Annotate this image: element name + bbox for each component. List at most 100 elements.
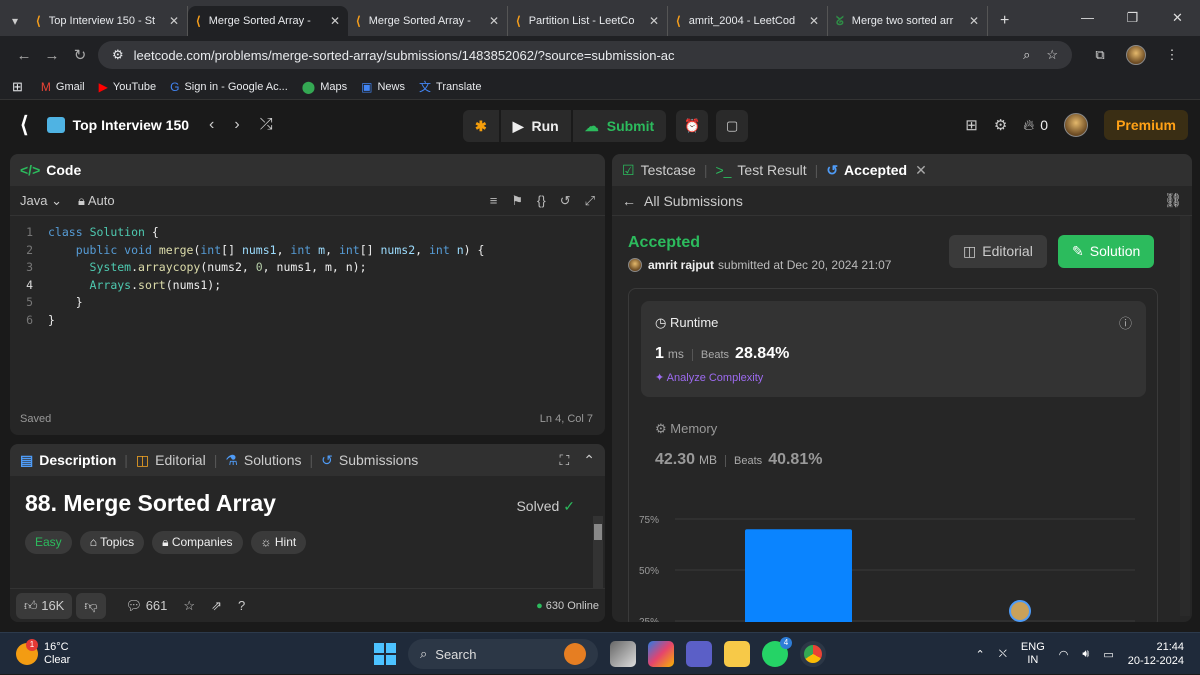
fullscreen-icon[interactable]: ⛶ bbox=[559, 452, 569, 469]
tab-editorial[interactable]: ◫ Editorial bbox=[136, 452, 206, 469]
browser-tab[interactable]: ᘜ Merge two sorted arr ✕ bbox=[828, 6, 989, 36]
runtime-card[interactable]: ◷ Runtime ⓘ 1 ms Beats 28.84% ✦ Analyze … bbox=[641, 301, 1146, 397]
problem-title[interactable]: 88. Merge Sorted Array bbox=[25, 490, 590, 517]
dislike-button[interactable]: 👎︎ bbox=[76, 592, 106, 619]
tab-testcase[interactable]: ☑ Testcase bbox=[622, 162, 696, 179]
layout-grid-icon[interactable]: ⊞ bbox=[965, 116, 978, 134]
clock[interactable]: 21:44 20-12-2024 bbox=[1128, 640, 1184, 668]
close-tab-icon[interactable]: ✕ bbox=[649, 14, 659, 28]
extensions-icon[interactable]: ⧉ bbox=[1082, 47, 1118, 63]
streak-flame-icon[interactable]: 🔥︎ bbox=[1023, 117, 1034, 134]
autocomplete-mode[interactable]: 🔒︎ Auto bbox=[78, 193, 115, 209]
reload-icon[interactable]: ↻ bbox=[66, 46, 94, 64]
close-tab-icon[interactable]: ✕ bbox=[169, 14, 179, 28]
profile-avatar[interactable] bbox=[1118, 45, 1154, 65]
language-indicator[interactable]: ENG IN bbox=[1021, 641, 1045, 667]
site-info-icon[interactable]: ⚙ bbox=[112, 47, 124, 63]
tab-solutions[interactable]: ⚗ Solutions bbox=[225, 452, 301, 469]
task-view-icon[interactable] bbox=[610, 641, 636, 667]
minimize-icon[interactable]: — bbox=[1065, 0, 1110, 36]
tray-overflow-icon[interactable]: ⌃ bbox=[976, 648, 985, 661]
bookmark-gmail[interactable]: M Gmail bbox=[41, 80, 85, 94]
run-button[interactable]: ▶ Run bbox=[500, 110, 571, 142]
url-input[interactable]: ⚙ leetcode.com/problems/merge-sorted-arr… bbox=[98, 41, 1072, 69]
close-tab-icon[interactable]: ✕ bbox=[489, 14, 499, 28]
bookmark-maps[interactable]: ⬤ Maps bbox=[302, 80, 347, 94]
user-avatar[interactable] bbox=[628, 258, 642, 272]
whatsapp-icon[interactable]: 4 bbox=[762, 637, 792, 667]
tab-test-result[interactable]: >_ Test Result bbox=[715, 162, 806, 178]
premium-button[interactable]: Premium bbox=[1104, 110, 1188, 140]
copilot-icon[interactable] bbox=[648, 641, 674, 667]
like-button[interactable]: 👍︎ 16K bbox=[16, 592, 73, 619]
shuffle-icon[interactable]: ⤮ bbox=[260, 116, 273, 134]
solution-button[interactable]: ✎ Solution bbox=[1058, 235, 1155, 268]
browser-tab[interactable]: ⟨ Top Interview 150 - St ✕ bbox=[28, 6, 189, 36]
bookmark-icon[interactable]: ⚑ bbox=[511, 193, 523, 209]
browser-tab-active[interactable]: ⟨ Merge Sorted Array - ✕ bbox=[188, 6, 349, 36]
tab-submissions[interactable]: ↺ Submissions bbox=[321, 452, 418, 469]
close-tab-icon[interactable]: ✕ bbox=[809, 14, 819, 28]
problem-list-button[interactable]: Top Interview 150 bbox=[46, 117, 189, 133]
username[interactable]: amrit rajput bbox=[648, 258, 714, 272]
tab-accepted[interactable]: ↺ Accepted ✕ bbox=[826, 162, 927, 179]
favorite-star-icon[interactable]: ☆ bbox=[183, 598, 195, 614]
language-select[interactable]: Java ⌄ bbox=[20, 193, 62, 209]
all-submissions-link[interactable]: ← All Submissions ⛓ bbox=[612, 186, 1192, 216]
submit-button[interactable]: ☁ Submit bbox=[572, 110, 667, 142]
close-window-icon[interactable]: ✕ bbox=[1155, 0, 1200, 36]
help-icon[interactable]: ? bbox=[238, 598, 245, 613]
battery-icon[interactable]: ▭ bbox=[1103, 648, 1113, 661]
hint-chip[interactable]: ☼ Hint bbox=[250, 531, 307, 554]
link-icon[interactable]: ⛓ bbox=[1164, 192, 1182, 209]
user-avatar[interactable] bbox=[1064, 113, 1089, 137]
teams-icon[interactable] bbox=[686, 641, 712, 667]
bookmark-google-signin[interactable]: G Sign in - Google Ac... bbox=[170, 80, 288, 94]
info-icon[interactable]: ⓘ bbox=[1119, 313, 1132, 332]
back-icon[interactable]: ← bbox=[10, 47, 38, 64]
notes-button[interactable]: ▢ bbox=[716, 110, 749, 142]
prev-problem-icon[interactable]: ‹ bbox=[209, 116, 214, 134]
chrome-icon[interactable] bbox=[800, 641, 826, 667]
bookmark-star-icon[interactable]: ☆ bbox=[1046, 47, 1058, 63]
collapse-icon[interactable]: ⌃ bbox=[583, 452, 595, 469]
forward-icon[interactable]: → bbox=[38, 47, 66, 64]
next-problem-icon[interactable]: › bbox=[234, 116, 239, 134]
weather-widget[interactable]: 1 16°C Clear bbox=[16, 638, 70, 667]
analyze-complexity-link[interactable]: ✦ Analyze Complexity bbox=[655, 371, 1132, 384]
restore-icon[interactable]: ❐ bbox=[1110, 0, 1155, 36]
settings-gear-icon[interactable]: ⚙ bbox=[994, 116, 1007, 134]
bookmark-youtube[interactable]: ▶ YouTube bbox=[99, 80, 156, 94]
file-explorer-icon[interactable] bbox=[724, 641, 750, 667]
browser-tab[interactable]: ⟨ Merge Sorted Array - ✕ bbox=[348, 6, 509, 36]
browser-tab[interactable]: ⟨ amrit_2004 - LeetCod ✕ bbox=[668, 6, 829, 36]
memory-section[interactable]: ⚙ Memory 42.30 MB Beats 40.81% bbox=[655, 421, 822, 469]
user-position-avatar[interactable] bbox=[1009, 600, 1031, 622]
bookmark-news[interactable]: ▣ News bbox=[361, 80, 405, 94]
tab-search-icon[interactable]: ▾ bbox=[12, 14, 18, 28]
comments-button[interactable]: 💬︎ 661 bbox=[126, 598, 168, 614]
wifi-icon[interactable]: ◠ bbox=[1059, 648, 1069, 661]
windows-start-icon[interactable] bbox=[374, 643, 396, 665]
distribution-bar[interactable] bbox=[745, 529, 852, 622]
new-tab-button[interactable]: + bbox=[1000, 12, 1009, 30]
tab-description[interactable]: ▤ Description bbox=[20, 452, 116, 469]
apps-grid-icon[interactable]: ⊞ bbox=[12, 79, 23, 95]
bookmark-translate[interactable]: 文 Translate bbox=[419, 78, 481, 95]
taskbar-search[interactable]: ⌕ Search bbox=[408, 639, 598, 669]
close-tab-icon[interactable]: ✕ bbox=[969, 14, 979, 28]
braces-icon[interactable]: {} bbox=[537, 193, 546, 209]
network-off-icon[interactable]: ⛌ bbox=[999, 648, 1007, 661]
debug-button[interactable]: ✱ bbox=[463, 110, 499, 142]
format-icon[interactable]: ≡ bbox=[490, 193, 498, 209]
expand-icon[interactable]: ⤢ bbox=[585, 193, 595, 209]
volume-icon[interactable]: 🔊︎ bbox=[1082, 648, 1089, 661]
reset-icon[interactable]: ↺ bbox=[560, 193, 571, 209]
code-editor[interactable]: 1 class Solution { 2 public void merge(in… bbox=[10, 216, 605, 329]
share-icon[interactable]: ⇗ bbox=[211, 598, 222, 614]
close-tab-icon[interactable]: ✕ bbox=[330, 14, 340, 28]
zoom-icon[interactable]: ⌕ bbox=[1023, 47, 1030, 63]
editorial-button[interactable]: ◫ Editorial bbox=[949, 235, 1047, 268]
browser-tab[interactable]: ⟨ Partition List - LeetCo ✕ bbox=[508, 6, 669, 36]
close-tab-icon[interactable]: ✕ bbox=[915, 162, 927, 179]
